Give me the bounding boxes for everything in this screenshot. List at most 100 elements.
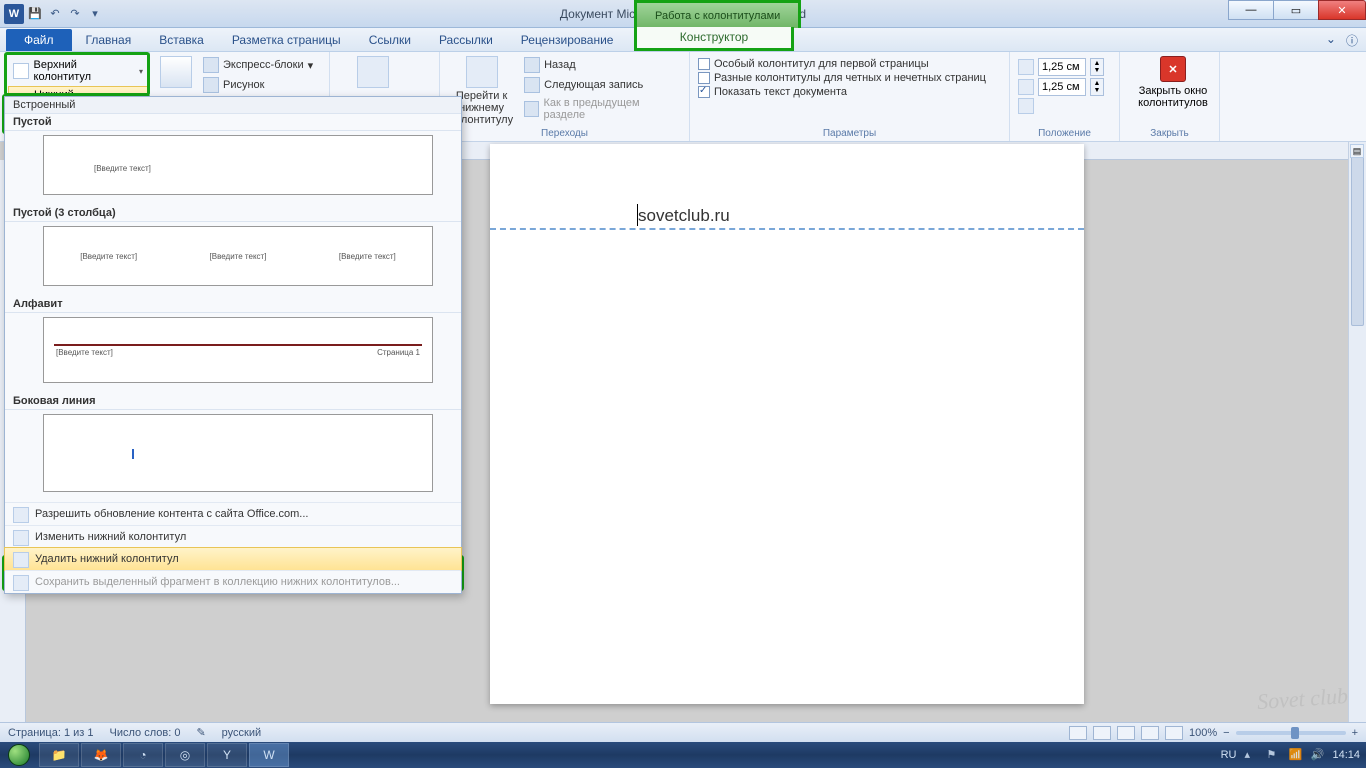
tab-designer[interactable]: Конструктор: [634, 27, 794, 51]
close-button[interactable]: ✕: [1318, 0, 1366, 20]
taskbar-word[interactable]: W: [249, 743, 289, 767]
checkbox-icon: [698, 58, 710, 70]
vertical-scrollbar[interactable]: [1348, 142, 1366, 722]
opt-first-page[interactable]: Особый колонтитул для первой страницы: [698, 58, 1001, 70]
gallery-delete-footer[interactable]: Удалить нижний колонтитул: [4, 547, 462, 571]
nav-back-button[interactable]: Назад: [521, 56, 681, 74]
view-print-layout-icon[interactable]: [1069, 726, 1087, 740]
gallery-section-builtin: Встроенный: [5, 97, 461, 114]
tray-flag-icon[interactable]: ⚑: [1266, 748, 1280, 762]
header-button[interactable]: Верхний колонтитул▾: [8, 56, 148, 86]
tab-insert[interactable]: Вставка: [145, 29, 218, 51]
express-blocks-button[interactable]: Экспресс-блоки ▾: [200, 56, 316, 74]
gallery-item-empty3[interactable]: [Введите текст] [Введите текст] [Введите…: [43, 226, 433, 286]
header-boundary: [490, 228, 1084, 230]
tray-clock[interactable]: 14:14: [1332, 749, 1360, 761]
gallery-item-side[interactable]: [43, 414, 433, 492]
gallery-item-empty[interactable]: [Введите текст]: [43, 135, 433, 195]
date-icon[interactable]: [160, 56, 192, 88]
zoom-knob[interactable]: [1291, 727, 1299, 739]
title-bar: W 💾 ↶ ↷ ▾ Документ Microsoft Word (3) - …: [0, 0, 1366, 28]
status-language[interactable]: русский: [222, 727, 261, 739]
taskbar-app2[interactable]: ◎: [165, 743, 205, 767]
spinner-icon[interactable]: ▲▼: [1090, 58, 1104, 76]
maximize-button[interactable]: ▭: [1273, 0, 1319, 20]
page-watermark: sovetclub.ru: [638, 206, 730, 226]
document-page[interactable]: sovetclub.ru: [490, 144, 1084, 704]
tab-insert-spin[interactable]: [1018, 98, 1111, 114]
chevron-down-icon: ▾: [139, 67, 143, 76]
zoom-slider[interactable]: [1236, 731, 1346, 735]
close-icon: ✕: [1160, 56, 1186, 82]
taskbar-firefox[interactable]: 🦊: [81, 743, 121, 767]
status-bar: Страница: 1 из 1 Число слов: 0 ✎ русский…: [0, 722, 1366, 742]
margin-top-icon: [1018, 59, 1034, 75]
status-page[interactable]: Страница: 1 из 1: [8, 727, 94, 739]
taskbar-yandex[interactable]: Y: [207, 743, 247, 767]
spinner-icon[interactable]: ▲▼: [1090, 78, 1104, 96]
minimize-button[interactable]: —: [1228, 0, 1274, 20]
header-bottom-spin[interactable]: ▲▼: [1018, 78, 1111, 96]
picture-button[interactable]: Рисунок: [200, 76, 316, 94]
scrollbar-thumb[interactable]: [1351, 146, 1364, 326]
opt-odd-even[interactable]: Разные колонтитулы для четных и нечетных…: [698, 72, 1001, 84]
undo-icon[interactable]: ↶: [46, 5, 64, 23]
gallery-item-alpha-label: Алфавит: [5, 296, 461, 313]
tab-review[interactable]: Рецензирование: [507, 29, 628, 51]
save-icon: [13, 575, 29, 591]
view-draft-icon[interactable]: [1165, 726, 1183, 740]
tray-volume-icon[interactable]: 🔊: [1310, 748, 1324, 762]
globe-icon: [13, 507, 29, 523]
gallery-update-office[interactable]: Разрешить обновление контента с сайта Of…: [5, 502, 461, 525]
ribbon-minimize-icon[interactable]: ⌄: [1326, 32, 1336, 49]
help-icon[interactable]: ⓘ: [1346, 32, 1358, 49]
group-label-params: Параметры: [698, 126, 1001, 139]
opt-show-doc[interactable]: Показать текст документа: [698, 86, 1001, 98]
header-icon: [13, 63, 29, 79]
nav-next-button[interactable]: Следующая запись: [521, 76, 681, 94]
word-icon: W: [4, 4, 24, 24]
taskbar-app[interactable]: ◔: [123, 743, 163, 767]
status-spellcheck-icon[interactable]: ✎: [196, 726, 205, 739]
windows-icon: [8, 744, 30, 766]
tab-file[interactable]: Файл: [6, 29, 72, 51]
margin-bottom-icon: [1018, 79, 1034, 95]
redo-icon[interactable]: ↷: [66, 5, 84, 23]
next-icon: [524, 77, 540, 93]
header-top-spin[interactable]: ▲▼: [1018, 58, 1111, 76]
view-web-icon[interactable]: [1117, 726, 1135, 740]
qat-dropdown-icon[interactable]: ▾: [86, 5, 104, 23]
zoom-in-icon[interactable]: +: [1352, 727, 1358, 739]
gallery-item-side-label: Боковая линия: [5, 393, 461, 410]
window-buttons: — ▭ ✕: [1229, 0, 1366, 20]
tray-lang[interactable]: RU: [1221, 749, 1237, 761]
taskbar-explorer[interactable]: 📁: [39, 743, 79, 767]
gallery-item-alpha[interactable]: [Введите текст] Страница 1: [43, 317, 433, 383]
view-fullscreen-icon[interactable]: [1093, 726, 1111, 740]
footer-gallery-dropdown: Встроенный Пустой [Введите текст] Пустой…: [4, 96, 462, 594]
start-button[interactable]: [0, 742, 38, 768]
tab-refs[interactable]: Ссылки: [355, 29, 425, 51]
tab-home[interactable]: Главная: [72, 29, 146, 51]
tray-network-icon[interactable]: 📶: [1288, 748, 1302, 762]
tab-icon: [1018, 98, 1034, 114]
header-top-input[interactable]: [1038, 58, 1086, 76]
tab-mail[interactable]: Рассылки: [425, 29, 507, 51]
header-bottom-input[interactable]: [1038, 78, 1086, 96]
delete-icon: [13, 552, 29, 568]
nav-prevsec-button[interactable]: Как в предыдущем разделе: [521, 96, 681, 122]
gallery-edit-footer[interactable]: Изменить нижний колонтитул: [5, 525, 461, 548]
zoom-level[interactable]: 100%: [1189, 727, 1217, 739]
tab-layout[interactable]: Разметка страницы: [218, 29, 355, 51]
zoom-out-icon[interactable]: −: [1223, 727, 1229, 739]
gallery-item-empty-label: Пустой: [5, 114, 461, 131]
group-label-nav: Переходы: [448, 126, 681, 139]
ruler-toggle-icon[interactable]: ▤: [1350, 144, 1364, 158]
close-header-footer-button[interactable]: ✕ Закрыть окно колонтитулов: [1128, 56, 1218, 109]
view-outline-icon[interactable]: [1141, 726, 1159, 740]
blocks-icon: [203, 57, 219, 73]
status-words[interactable]: Число слов: 0: [110, 727, 181, 739]
save-icon[interactable]: 💾: [26, 5, 44, 23]
taskbar: 📁 🦊 ◔ ◎ Y W RU ▴ ⚑ 📶 🔊 14:14: [0, 742, 1366, 768]
tray-up-icon[interactable]: ▴: [1244, 748, 1258, 762]
